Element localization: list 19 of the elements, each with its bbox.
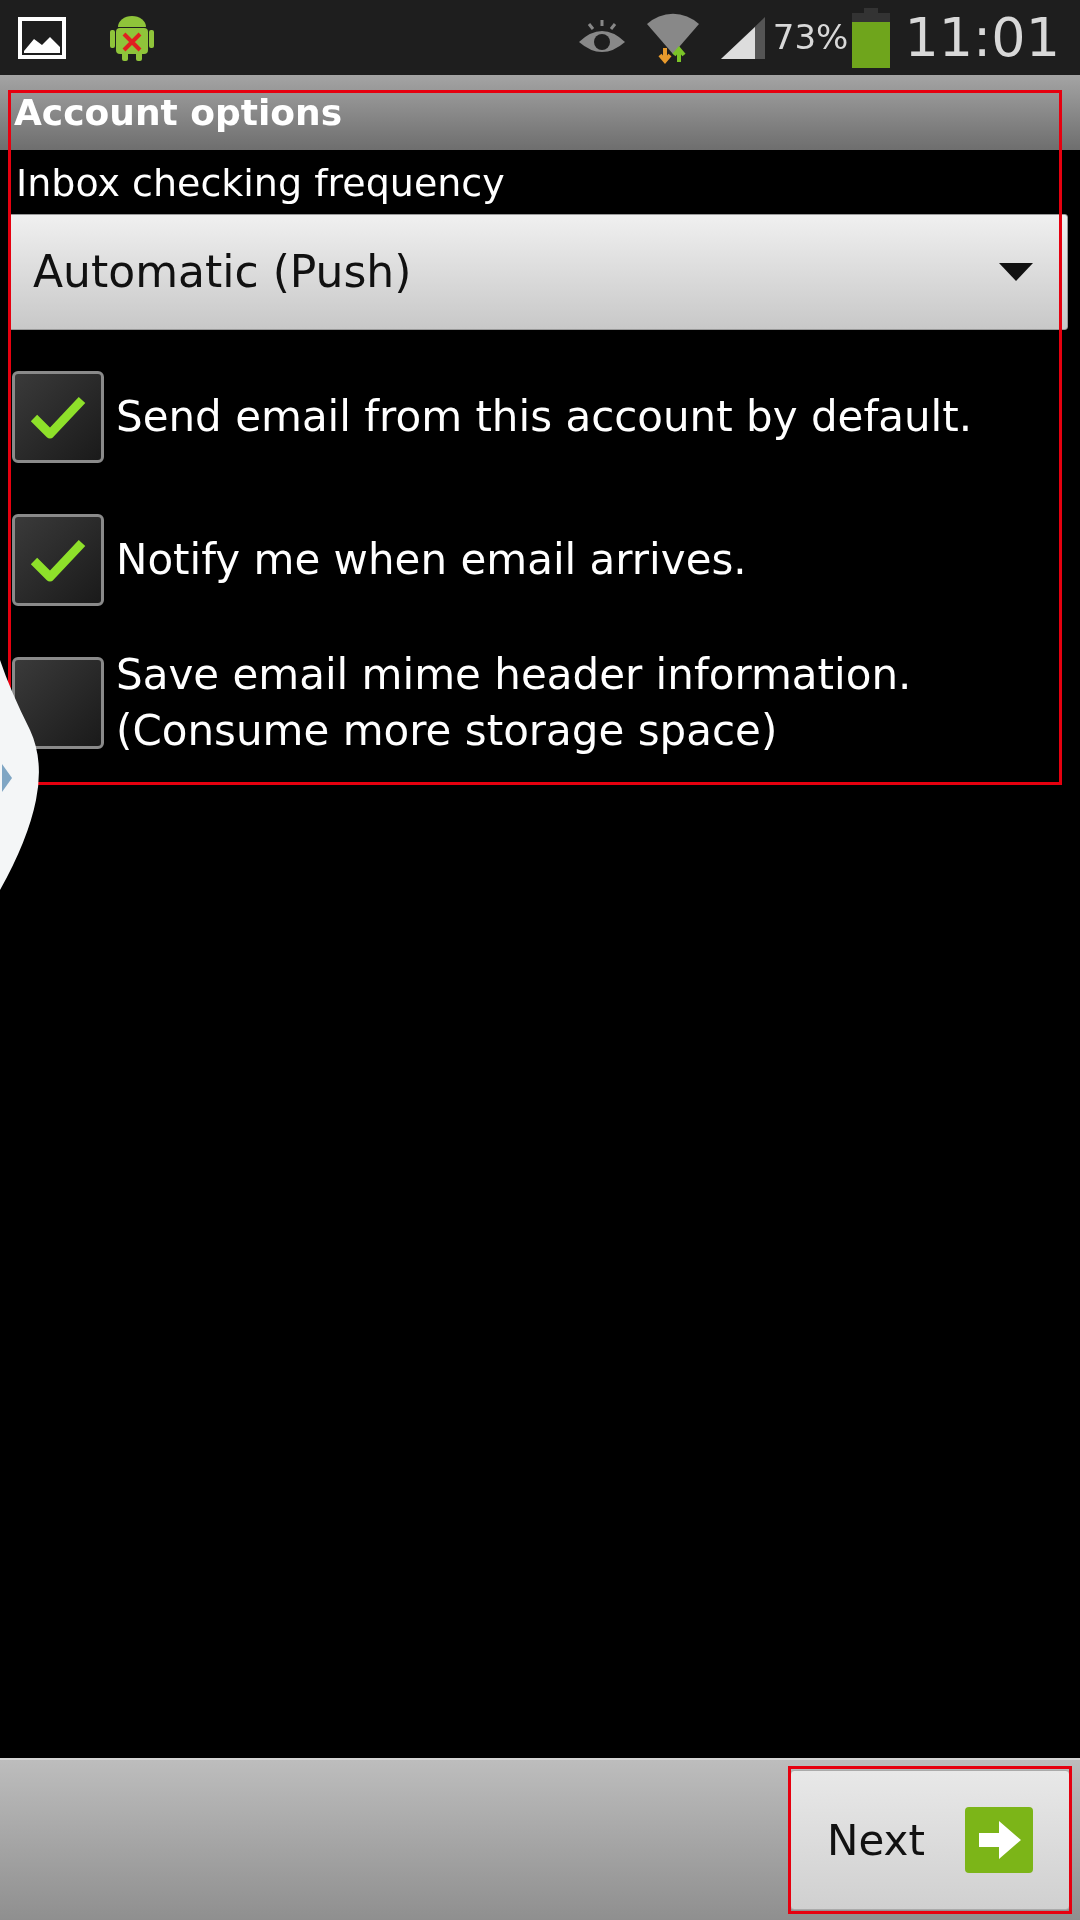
android-error-icon xyxy=(110,13,154,62)
checkmark-icon xyxy=(30,537,86,584)
frequency-dropdown[interactable]: Automatic (Push) xyxy=(8,213,1068,330)
checkmark-icon xyxy=(30,394,86,441)
checkbox[interactable] xyxy=(12,371,104,464)
dropdown-caret-icon xyxy=(999,262,1033,281)
checkbox-label: Notify me when email arrives. xyxy=(116,533,747,586)
gallery-icon xyxy=(18,16,66,59)
arrow-right-icon xyxy=(964,1807,1033,1873)
checkbox[interactable] xyxy=(12,657,104,750)
checkbox-label: Save email mime header information. (Consume more storage space) xyxy=(116,648,912,758)
checkbox-label: Send email from this account by default. xyxy=(116,390,973,443)
battery-icon xyxy=(852,7,891,68)
clock: 11:01 xyxy=(904,10,1060,65)
checkbox[interactable] xyxy=(12,514,104,607)
next-button[interactable]: Next xyxy=(790,1770,1070,1910)
section-header: Account options xyxy=(0,75,1080,150)
field-label: Inbox checking frequency xyxy=(15,160,506,207)
battery-percentage: 73% xyxy=(772,16,849,59)
